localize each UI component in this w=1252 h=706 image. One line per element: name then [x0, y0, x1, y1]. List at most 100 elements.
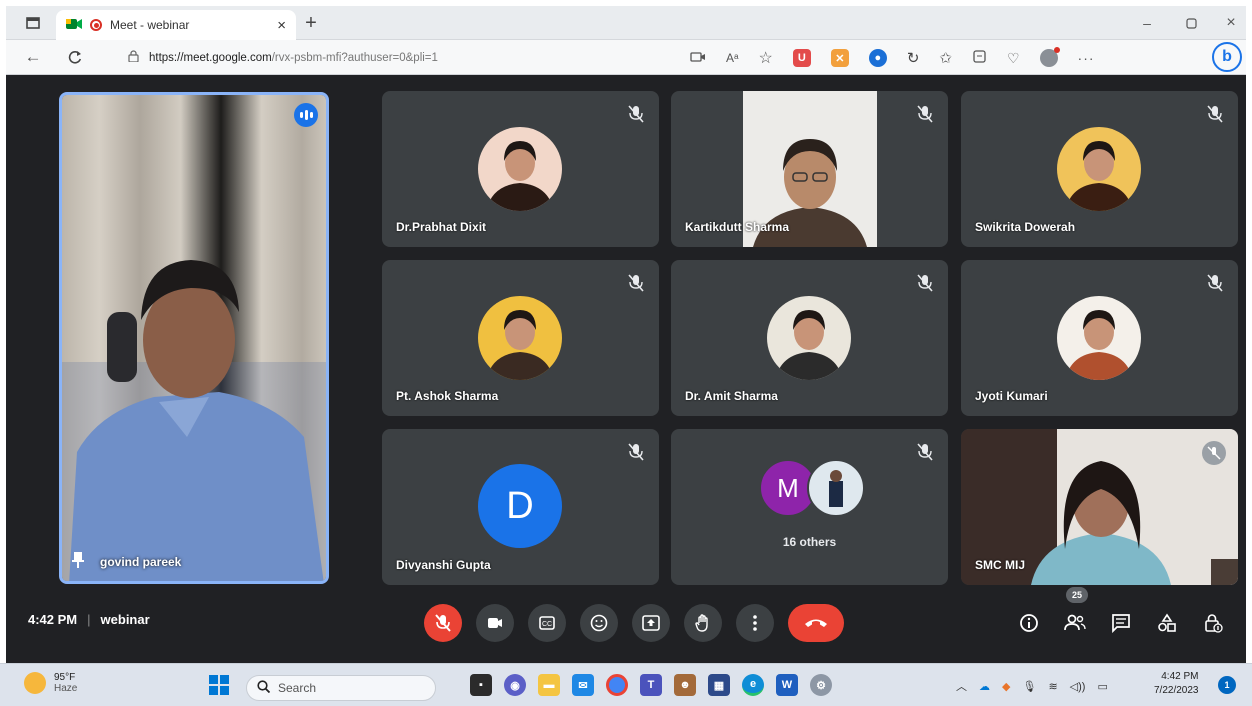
chrome-icon[interactable]	[606, 674, 628, 696]
url-text: https://meet.google.com/rvx-psbm-mfi?aut…	[149, 51, 438, 64]
participant-name: Swikrita Dowerah	[975, 220, 1076, 234]
participant-tile[interactable]: Swikrita Dowerah	[961, 91, 1238, 247]
file-explorer-icon[interactable]: ▬	[538, 674, 560, 696]
lock-icon	[128, 50, 139, 65]
favorite-star-icon[interactable]: ☆	[758, 48, 772, 68]
tray-app-icon[interactable]: ◆	[1002, 680, 1010, 693]
favorites-icon[interactable]: ✩	[939, 49, 952, 67]
raise-hand-button[interactable]	[684, 604, 722, 642]
microphone-icon[interactable]: 🎙	[1022, 680, 1036, 693]
new-tab-button[interactable]: +	[298, 10, 324, 36]
call-controls: CC	[424, 604, 844, 642]
windows-taskbar: 95°F Haze Search ▪ ◉ ▬ ✉ T ☻ ▦ e W ⚙ ︿ ☁…	[0, 663, 1252, 706]
read-aloud-icon[interactable]: Aᵃ	[726, 51, 738, 65]
pinned-tile[interactable]: govind pareek	[59, 92, 329, 584]
participant-tile[interactable]: Kartikdutt Sharma	[671, 91, 948, 247]
chat-icon[interactable]	[1108, 610, 1134, 636]
weather-temperature: 95°F	[54, 672, 76, 683]
emoji-button[interactable]	[580, 604, 618, 642]
muted-mic-icon	[1204, 103, 1226, 125]
participant-avatar: D	[478, 464, 562, 548]
tab-meet[interactable]: Meet - webinar ×	[56, 10, 296, 40]
svg-text:CC: CC	[542, 621, 552, 628]
settings-gear-icon[interactable]: ⚙	[810, 674, 832, 696]
restore-icon[interactable]	[1178, 10, 1204, 36]
captions-button[interactable]: CC	[528, 604, 566, 642]
volume-icon[interactable]: ◁))	[1070, 680, 1086, 693]
participant-avatar	[807, 459, 865, 517]
edge-icon[interactable]: e	[742, 674, 764, 696]
participant-avatar	[1057, 296, 1141, 380]
battery-icon[interactable]: ▭	[1097, 680, 1107, 693]
participant-name: Pt. Ashok Sharma	[396, 389, 499, 403]
wifi-icon[interactable]: ≋	[1048, 680, 1057, 693]
extension-orange-icon[interactable]: ✕	[830, 49, 849, 67]
outlook-icon[interactable]: ✉	[572, 674, 594, 696]
teams-icon[interactable]: T	[640, 674, 662, 696]
more-options-button[interactable]	[736, 604, 774, 642]
extension-shield-icon[interactable]: U	[792, 49, 811, 67]
muted-mic-icon	[914, 103, 936, 125]
system-clock[interactable]: 4:42 PM 7/22/2023	[1154, 670, 1199, 698]
notification-badge[interactable]: 1	[1218, 676, 1236, 694]
close-tab-icon[interactable]: ×	[277, 17, 286, 34]
muted-mic-icon	[625, 272, 647, 294]
muted-mic-icon	[625, 441, 647, 463]
close-window-icon[interactable]: ×	[1218, 10, 1244, 36]
participant-tile[interactable]: Pt. Ashok Sharma	[382, 260, 659, 416]
participant-name: Dr. Amit Sharma	[685, 389, 778, 403]
pinned-apps: ▪ ◉ ▬ ✉ T ☻ ▦ e W ⚙	[470, 674, 832, 696]
search-placeholder: Search	[278, 680, 317, 695]
people-count-badge: 25	[1066, 587, 1088, 603]
meeting-details-icon[interactable]	[1016, 610, 1042, 636]
participant-avatar	[767, 296, 851, 380]
camera-permission-icon[interactable]	[690, 51, 706, 66]
participant-name: Jyoti Kumari	[975, 389, 1048, 403]
collections-icon[interactable]	[972, 49, 987, 67]
browser-essentials-icon[interactable]: ♡	[1007, 50, 1020, 67]
participant-tile[interactable]: Jyoti Kumari	[961, 260, 1238, 416]
url-bar[interactable]: https://meet.google.com/rvx-psbm-mfi?aut…	[114, 44, 684, 71]
speaking-indicator-icon	[294, 103, 318, 127]
tab-actions-icon[interactable]	[20, 10, 46, 36]
back-arrow-icon[interactable]: ←	[20, 44, 46, 70]
word-icon[interactable]: W	[776, 674, 798, 696]
copilot-icon[interactable]: b	[1212, 42, 1242, 72]
photo-app-icon[interactable]: ☻	[674, 674, 696, 696]
participant-tile[interactable]: Dr. Amit Sharma	[671, 260, 948, 416]
activities-icon[interactable]	[1154, 610, 1180, 636]
participant-tile[interactable]: M 16 others	[671, 429, 948, 585]
taskbar-search[interactable]: Search	[246, 674, 436, 701]
teams-chat-icon[interactable]: ◉	[504, 674, 526, 696]
profile-avatar[interactable]	[1039, 47, 1060, 67]
participant-name: govind pareek	[100, 554, 182, 569]
extension-refresh-icon[interactable]: ↻	[907, 49, 920, 67]
minimize-icon[interactable]: –	[1134, 10, 1160, 36]
muted-mic-icon	[914, 272, 936, 294]
onedrive-icon[interactable]: ☁	[979, 680, 990, 693]
show-hidden-icons[interactable]: ︿	[956, 678, 967, 694]
participant-tile[interactable]: D Divyanshi Gupta	[382, 429, 659, 585]
participant-tile[interactable]: SMC MIJ	[961, 429, 1238, 585]
leave-call-button[interactable]	[788, 604, 844, 642]
tab-title: Meet - webinar	[110, 18, 190, 32]
others-count: 16 others	[782, 535, 837, 549]
refresh-icon[interactable]	[62, 44, 88, 70]
windows-start-icon[interactable]	[208, 674, 230, 701]
present-button[interactable]	[632, 604, 670, 642]
mic-off-button[interactable]	[424, 604, 462, 642]
muted-mic-icon	[914, 441, 936, 463]
more-options-icon[interactable]: ···	[1078, 50, 1095, 66]
camera-button[interactable]	[476, 604, 514, 642]
extension-blue-icon[interactable]: ●	[868, 49, 887, 67]
charts-app-icon[interactable]: ▦	[708, 674, 730, 696]
meet-stage: govind pareek Dr.Prabhat Dixit Kartikdut…	[6, 75, 1246, 663]
task-view-icon[interactable]: ▪	[470, 674, 492, 696]
people-icon[interactable]: 25	[1062, 587, 1088, 636]
pin-icon[interactable]	[72, 552, 84, 571]
host-controls-icon[interactable]	[1200, 610, 1226, 636]
weather-widget[interactable]: 95°F Haze	[24, 672, 77, 694]
participant-name: SMC MIJ	[975, 558, 1026, 572]
participant-avatar	[478, 127, 562, 211]
participant-tile[interactable]: Dr.Prabhat Dixit	[382, 91, 659, 247]
